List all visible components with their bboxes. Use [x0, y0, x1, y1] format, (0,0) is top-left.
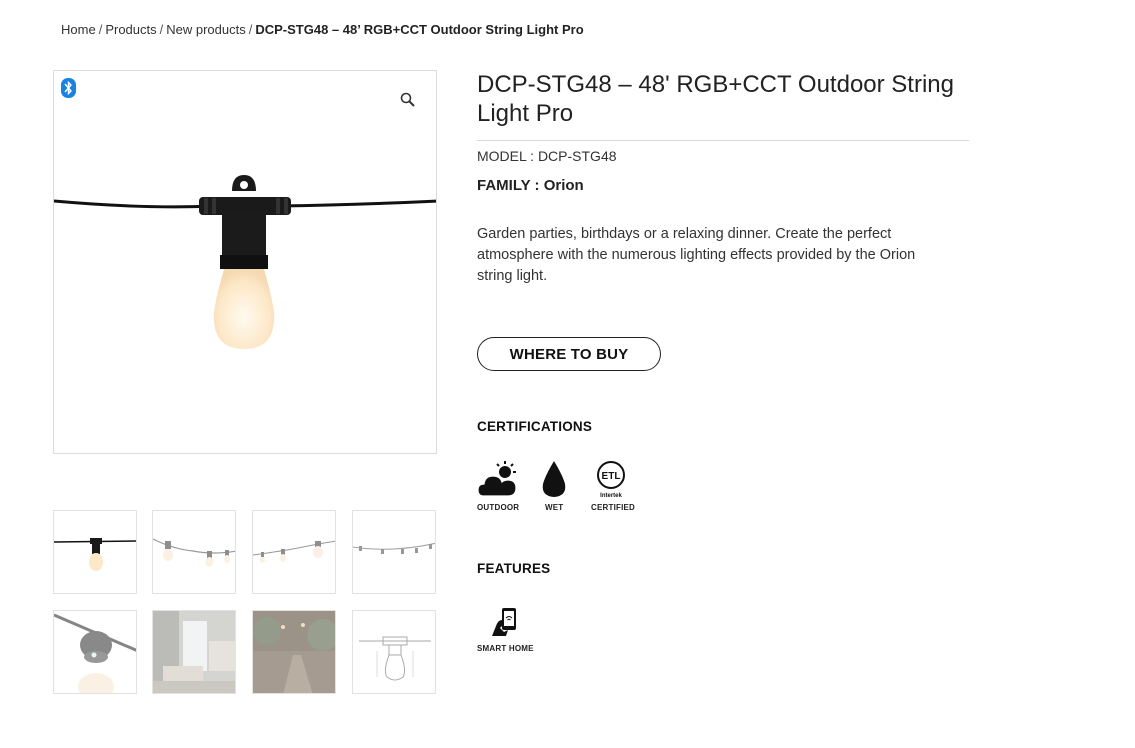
- thumbnail-4[interactable]: [352, 510, 436, 594]
- thumbnail-string-image: [253, 540, 335, 563]
- outdoor-label: OUTDOOR: [477, 503, 520, 512]
- thumbnail-bulb-image: [54, 538, 136, 571]
- thumbnail-string-image: [353, 542, 435, 554]
- breadcrumb-separator: /: [248, 22, 253, 37]
- thumbnail-3[interactable]: [252, 510, 336, 594]
- model-label: MODEL :: [477, 148, 538, 164]
- title-divider: [477, 140, 969, 141]
- features-heading: FEATURES: [477, 561, 551, 576]
- model-value: DCP-STG48: [537, 148, 617, 164]
- breadcrumb-home-link[interactable]: Home: [61, 22, 96, 37]
- product-description: Garden parties, birthdays or a relaxing …: [477, 226, 916, 284]
- product-model: MODEL : DCP-STG48: [477, 148, 617, 164]
- certified-label: CERTIFIED: [591, 503, 636, 512]
- thumbnail-string-image: [153, 538, 235, 567]
- thumbnail-7[interactable]: [252, 610, 336, 694]
- main-product-image[interactable]: [53, 70, 437, 454]
- thumbnail-dimension-drawing: [359, 636, 431, 681]
- feature-smart-home: SMART HOME: [477, 606, 535, 656]
- certification-outdoor: OUTDOOR: [477, 460, 519, 516]
- bluetooth-icon: [61, 78, 76, 98]
- certification-wet: WET: [536, 460, 572, 516]
- breadcrumb-separator: /: [98, 22, 103, 37]
- thumbnail-garden-photo: [253, 611, 335, 693]
- smart-home-label: SMART HOME: [477, 644, 534, 653]
- breadcrumb: Home / Products / New products / DCP-STG48 – 4…: [61, 22, 584, 37]
- smartphone-hand-icon: [492, 608, 516, 636]
- water-drop-icon: [542, 461, 566, 497]
- outdoor-cloud-sun-icon: [478, 461, 517, 497]
- breadcrumb-new-products-link[interactable]: New products: [166, 22, 245, 37]
- wet-label: WET: [545, 503, 564, 512]
- breadcrumb-current: DCP-STG48 – 48’ RGB+CCT Outdoor String L…: [255, 22, 584, 37]
- product-family: FAMILY : Orion: [477, 177, 584, 194]
- family-label: FAMILY :: [477, 177, 544, 194]
- product-title: DCP-STG48 – 48' RGB+CCT Outdoor String L…: [477, 71, 954, 127]
- thumbnail-socket-closeup-image: [54, 613, 136, 693]
- thumbnail-5[interactable]: [53, 610, 137, 694]
- thumbnail-8[interactable]: [352, 610, 436, 694]
- certification-etl: ETL Intertek CERTIFIED: [588, 460, 636, 516]
- etl-intertek-icon: ETL Intertek: [597, 461, 625, 499]
- intertek-logo-text: Intertek: [600, 493, 622, 499]
- magnifier-icon[interactable]: [400, 92, 416, 108]
- family-value: Orion: [543, 177, 584, 194]
- where-to-buy-button[interactable]: WHERE TO BUY: [477, 337, 661, 371]
- etl-logo-text: ETL: [602, 471, 621, 482]
- breadcrumb-separator: /: [159, 22, 164, 37]
- thumbnail-6[interactable]: [152, 610, 236, 694]
- thumbnail-2[interactable]: [152, 510, 236, 594]
- thumbnail-patio-photo: [153, 611, 235, 693]
- breadcrumb-products-link[interactable]: Products: [105, 22, 156, 37]
- string-light-bulb-image: [54, 175, 436, 349]
- certifications-heading: CERTIFICATIONS: [477, 419, 593, 434]
- thumbnail-1[interactable]: [53, 510, 137, 594]
